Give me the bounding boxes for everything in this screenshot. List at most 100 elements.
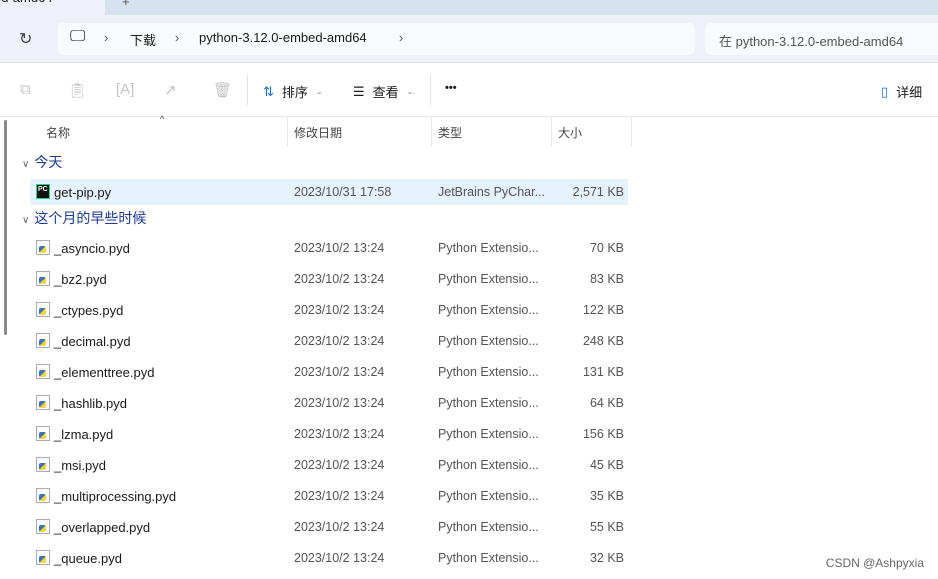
file-size: 55 KB (589, 520, 624, 534)
file-type: Python Extensio... (438, 458, 539, 472)
file-date: 2023/10/2 13:24 (294, 458, 385, 472)
sort-button[interactable]: ⇅ 排序 ⌄ (263, 82, 323, 101)
close-tab-icon[interactable]: × (80, 0, 87, 4)
file-name: _elementtree.pyd (54, 365, 155, 380)
copy-icon[interactable]: ⧉ (20, 81, 31, 98)
file-type: Python Extensio... (438, 365, 539, 379)
file-size: 156 KB (582, 427, 624, 441)
file-type: Python Extensio... (438, 427, 539, 441)
chevron-right-icon[interactable]: › (175, 30, 179, 45)
breadcrumb-folder[interactable]: python-3.12.0-embed-amd64 (199, 30, 367, 45)
file-date: 2023/10/2 13:24 (294, 489, 385, 503)
share-icon[interactable]: ↗ (164, 81, 177, 99)
group-header[interactable]: ∨ 今天 (22, 152, 62, 172)
column-name[interactable]: 名称 (46, 124, 70, 141)
file-row[interactable]: _decimal.pyd 2023/10/2 13:24 Python Extens… (30, 328, 628, 354)
file-row[interactable]: _overlapped.pyd 2023/10/2 13:24 Python Ext… (30, 514, 628, 540)
details-pane-icon: ▯ (881, 83, 889, 99)
new-tab-button[interactable]: + (122, 0, 130, 9)
paste-icon[interactable]: 📋︎ (68, 81, 87, 99)
file-date: 2023/10/2 13:24 (294, 272, 385, 286)
file-size: 83 KB (589, 272, 624, 286)
view-label: 查看 (372, 85, 399, 100)
chevron-down-icon: ∨ (22, 215, 30, 226)
file-type: Python Extensio... (438, 272, 539, 286)
delete-icon[interactable]: 🗑︎ (213, 81, 232, 99)
column-type[interactable]: 类型 (438, 124, 462, 141)
python-file-icon (36, 457, 50, 472)
file-name: _bz2.pyd (54, 272, 107, 287)
file-name: _lzma.pyd (54, 427, 114, 442)
file-type: Python Extensio... (438, 241, 539, 255)
tab-title: ed-amd64 (0, 0, 53, 5)
file-name: get-pip.py (54, 185, 112, 200)
python-file-icon (36, 488, 50, 503)
details-label: 详细 (896, 85, 923, 100)
computer-icon[interactable]: 🖵 (70, 28, 85, 46)
tab-active[interactable]: ed-amd64 × (0, 0, 105, 15)
file-name: _msi.pyd (54, 458, 107, 473)
file-date: 2023/10/2 13:24 (294, 427, 385, 441)
toolbar: ⧉ 📋︎ [A] ↗ 🗑︎ ⇅ 排序 ⌄ ☰ 查看 ⌄ ••• ▯ 详细 (0, 63, 938, 117)
file-date: 2023/10/2 13:24 (294, 303, 385, 317)
python-file-icon (36, 364, 50, 379)
chevron-down-icon: ⌄ (406, 87, 414, 96)
chevron-down-icon: ⌄ (315, 87, 323, 96)
tab-bar: ed-amd64 × + (0, 0, 938, 15)
column-date[interactable]: 修改日期 (294, 124, 342, 141)
python-file-icon (36, 271, 50, 286)
file-size: 45 KB (589, 458, 624, 472)
group-label: 这个月的早些时候 (34, 210, 147, 226)
python-file-icon (36, 333, 50, 348)
file-date: 2023/10/2 13:24 (294, 551, 385, 565)
sort-label: 排序 (281, 85, 308, 100)
file-type: JetBrains PyChar... (438, 185, 545, 199)
chevron-right-icon[interactable]: › (104, 30, 108, 45)
file-row[interactable]: _multiprocessing.pyd 2023/10/2 13:24 Pytho… (30, 483, 628, 509)
pycharm-file-icon: PC (36, 184, 50, 199)
file-row[interactable]: _bz2.pyd 2023/10/2 13:24 Python Extensio..… (30, 266, 628, 292)
python-file-icon (36, 550, 50, 565)
file-date: 2023/10/2 13:24 (294, 241, 385, 255)
address-bar[interactable]: 🖵 › 下载 › python-3.12.0-embed-amd64 › (58, 23, 695, 55)
file-size: 248 KB (582, 334, 624, 348)
details-button[interactable]: ▯ 详细 (881, 82, 922, 101)
scrollbar[interactable] (4, 120, 7, 335)
rename-icon[interactable]: [A] (116, 81, 134, 98)
view-icon: ☰ (353, 83, 365, 99)
file-row[interactable]: _asyncio.pyd 2023/10/2 13:24 Python Extens… (30, 235, 628, 261)
file-type: Python Extensio... (438, 551, 539, 565)
view-button[interactable]: ☰ 查看 ⌄ (353, 82, 413, 101)
column-size[interactable]: 大小 (558, 124, 582, 141)
file-size: 2,571 KB (572, 185, 624, 199)
sort-asc-icon: ^ (160, 114, 165, 124)
group-label: 今天 (34, 154, 63, 170)
file-date: 2023/10/2 13:24 (294, 520, 385, 534)
file-size: 122 KB (582, 303, 624, 317)
file-type: Python Extensio... (438, 489, 539, 503)
file-row[interactable]: _lzma.pyd 2023/10/2 13:24 Python Extensio.… (30, 421, 628, 447)
file-row[interactable]: _ctypes.pyd 2023/10/2 13:24 Python Extensi… (30, 297, 628, 323)
breadcrumb-downloads[interactable]: 下载 (130, 30, 156, 49)
file-name: _decimal.pyd (54, 334, 131, 349)
more-button[interactable]: ••• (445, 82, 457, 94)
file-row[interactable]: _hashlib.pyd 2023/10/2 13:24 Python Extens… (30, 390, 628, 416)
file-size: 131 KB (582, 365, 624, 379)
python-file-icon (36, 395, 50, 410)
group-header[interactable]: ∨ 这个月的早些时候 (22, 208, 146, 228)
address-row: ↻ 🖵 › 下载 › python-3.12.0-embed-amd64 › 在… (0, 15, 938, 63)
file-row[interactable]: PC get-pip.py 2023/10/31 17:58 JetBrains Py… (30, 179, 628, 205)
chevron-right-icon[interactable]: › (399, 30, 403, 45)
file-type: Python Extensio... (438, 303, 539, 317)
file-size: 70 KB (589, 241, 624, 255)
file-name: _hashlib.pyd (54, 396, 127, 411)
sort-icon: ⇅ (263, 83, 274, 99)
file-row[interactable]: _queue.pyd 2023/10/2 13:24 Python Extensio… (30, 545, 628, 571)
file-row[interactable]: _elementtree.pyd 2023/10/2 13:24 Python Ex… (30, 359, 628, 385)
search-input[interactable]: 在 python-3.12.0-embed-amd64 (705, 23, 938, 55)
python-file-icon (36, 519, 50, 534)
refresh-icon[interactable]: ↻ (19, 29, 32, 49)
python-file-icon (36, 302, 50, 317)
file-row[interactable]: _msi.pyd 2023/10/2 13:24 Python Extensio..… (30, 452, 628, 478)
file-name: _ctypes.pyd (54, 303, 124, 318)
